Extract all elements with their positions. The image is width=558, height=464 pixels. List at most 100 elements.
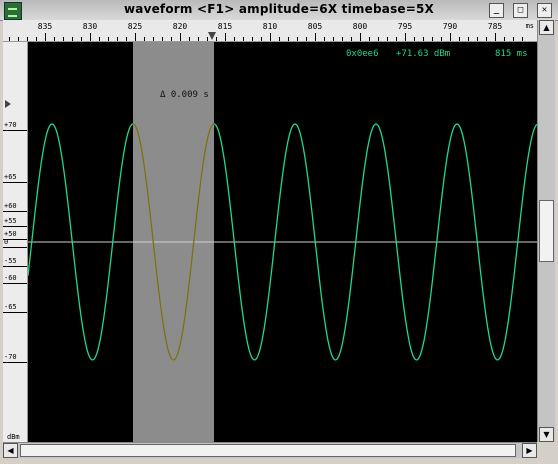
ruler-tick bbox=[468, 37, 469, 41]
ruler-tick-label: 815 bbox=[217, 22, 233, 31]
ruler-tick-label: 810 bbox=[262, 22, 278, 31]
ruler-tick bbox=[198, 37, 199, 41]
ruler-tick bbox=[225, 33, 226, 41]
ruler-tick bbox=[36, 37, 37, 41]
ruler-tick bbox=[162, 37, 163, 41]
amplitude-axis: dBm +70 +65 +60 +55 +50 0 -55 -60 -65 -70 bbox=[3, 42, 28, 442]
ruler-tick-label: 825 bbox=[127, 22, 143, 31]
ruler-tick bbox=[261, 37, 262, 41]
scroll-down-icon[interactable]: ▼ bbox=[539, 427, 554, 442]
ruler-tick bbox=[216, 37, 217, 41]
delta-label: Δ 0.009 s bbox=[160, 90, 209, 100]
ruler-tick bbox=[423, 37, 424, 41]
title-bar[interactable]: waveform <F1> amplitude=6X timebase=5X _… bbox=[0, 0, 558, 21]
ruler-tick bbox=[90, 33, 91, 41]
ruler-tick bbox=[270, 33, 271, 41]
ruler-tick bbox=[171, 37, 172, 41]
axis-tick bbox=[3, 211, 27, 212]
maximize-button[interactable]: □ bbox=[513, 3, 528, 18]
scrollbar-corner bbox=[537, 442, 554, 458]
cursor-marker-icon[interactable] bbox=[208, 32, 216, 40]
status-time: 815 ms bbox=[495, 49, 528, 59]
axis-tick-label: -60 bbox=[4, 274, 17, 282]
ruler-tick-label: 805 bbox=[307, 22, 323, 31]
ruler-tick-label: 835 bbox=[37, 22, 53, 31]
ruler-tick bbox=[432, 37, 433, 41]
ruler-tick bbox=[54, 37, 55, 41]
axis-unit: dBm bbox=[7, 433, 20, 441]
waveform-svg[interactable] bbox=[28, 42, 537, 442]
ruler-tick bbox=[288, 37, 289, 41]
axis-tick bbox=[3, 283, 27, 284]
ruler-tick bbox=[495, 33, 496, 41]
axis-tick bbox=[3, 312, 27, 313]
ruler-tick bbox=[207, 37, 208, 41]
ruler-tick bbox=[396, 37, 397, 41]
axis-tick-label: -70 bbox=[4, 353, 17, 361]
scroll-left-icon[interactable]: ◀ bbox=[3, 443, 18, 458]
waveform-plot[interactable]: 0x0ee6 +71.63 dBm 815 ms Δ 0.009 s bbox=[28, 42, 537, 442]
axis-tick-label: +60 bbox=[4, 202, 17, 210]
ruler-tick bbox=[279, 37, 280, 41]
ruler-tick bbox=[27, 37, 28, 41]
ruler-tick-label: 790 bbox=[442, 22, 458, 31]
axis-tick bbox=[3, 247, 27, 248]
ruler-tick bbox=[405, 33, 406, 41]
ruler-tick bbox=[459, 37, 460, 41]
axis-tick bbox=[3, 182, 27, 183]
axis-tick-label: +50 bbox=[4, 230, 17, 238]
ruler-tick-label: 795 bbox=[397, 22, 413, 31]
ruler-tick bbox=[342, 37, 343, 41]
ruler-tick bbox=[486, 37, 487, 41]
horizontal-scroll-thumb[interactable] bbox=[20, 444, 516, 457]
axis-tick-label: -65 bbox=[4, 303, 17, 311]
axis-tick-label: -55 bbox=[4, 257, 17, 265]
ruler-tick-label: 800 bbox=[352, 22, 368, 31]
ruler-tick bbox=[351, 37, 352, 41]
axis-tick bbox=[3, 130, 27, 131]
axis-tick-label: +55 bbox=[4, 217, 17, 225]
window-title: waveform <F1> amplitude=6X timebase=5X bbox=[123, 2, 435, 16]
close-button[interactable]: ✕ bbox=[537, 3, 552, 18]
axis-tick-label: +70 bbox=[4, 121, 17, 129]
vertical-scroll-thumb[interactable] bbox=[539, 200, 554, 262]
ruler-tick bbox=[252, 37, 253, 41]
status-address: 0x0ee6 bbox=[346, 49, 379, 59]
ruler-tick bbox=[360, 33, 361, 41]
ruler-tick-label: 830 bbox=[82, 22, 98, 31]
ruler-tick-label: 785 bbox=[487, 22, 503, 31]
axis-tick bbox=[3, 362, 27, 363]
ruler-tick bbox=[81, 37, 82, 41]
ruler-tick bbox=[297, 37, 298, 41]
vertical-scrollbar[interactable]: ▲ ▼ bbox=[537, 20, 555, 442]
play-marker-icon[interactable] bbox=[5, 100, 11, 108]
ruler-tick bbox=[180, 33, 181, 41]
axis-tick bbox=[3, 266, 27, 267]
ruler-tick bbox=[477, 37, 478, 41]
ruler-tick bbox=[513, 37, 514, 41]
ruler-tick bbox=[450, 33, 451, 41]
ruler-tick bbox=[414, 37, 415, 41]
axis-tick-label: +65 bbox=[4, 173, 17, 181]
status-level: +71.63 dBm bbox=[396, 49, 451, 59]
ruler-tick bbox=[72, 37, 73, 41]
ruler-tick bbox=[378, 37, 379, 41]
ruler-tick-label: 820 bbox=[172, 22, 188, 31]
scroll-up-icon[interactable]: ▲ bbox=[539, 20, 554, 35]
ruler-tick bbox=[45, 33, 46, 41]
ruler-tick bbox=[189, 37, 190, 41]
axis-tick bbox=[3, 226, 27, 227]
ruler-tick bbox=[369, 37, 370, 41]
ruler-tick bbox=[135, 33, 136, 41]
ruler-tick bbox=[522, 37, 523, 41]
ruler-tick bbox=[243, 37, 244, 41]
ruler-tick bbox=[117, 37, 118, 41]
ruler-tick bbox=[504, 37, 505, 41]
horizontal-scrollbar[interactable]: ◀ ▶ bbox=[3, 442, 537, 458]
minimize-button[interactable]: _ bbox=[489, 3, 504, 18]
ruler-tick bbox=[99, 37, 100, 41]
ruler-unit: ms bbox=[525, 22, 534, 30]
time-ruler[interactable]: ms 835 830 825 820 815 810 805 800 795 790 785 bbox=[3, 20, 537, 42]
scroll-right-icon[interactable]: ▶ bbox=[522, 443, 537, 458]
ruler-tick bbox=[18, 37, 19, 41]
